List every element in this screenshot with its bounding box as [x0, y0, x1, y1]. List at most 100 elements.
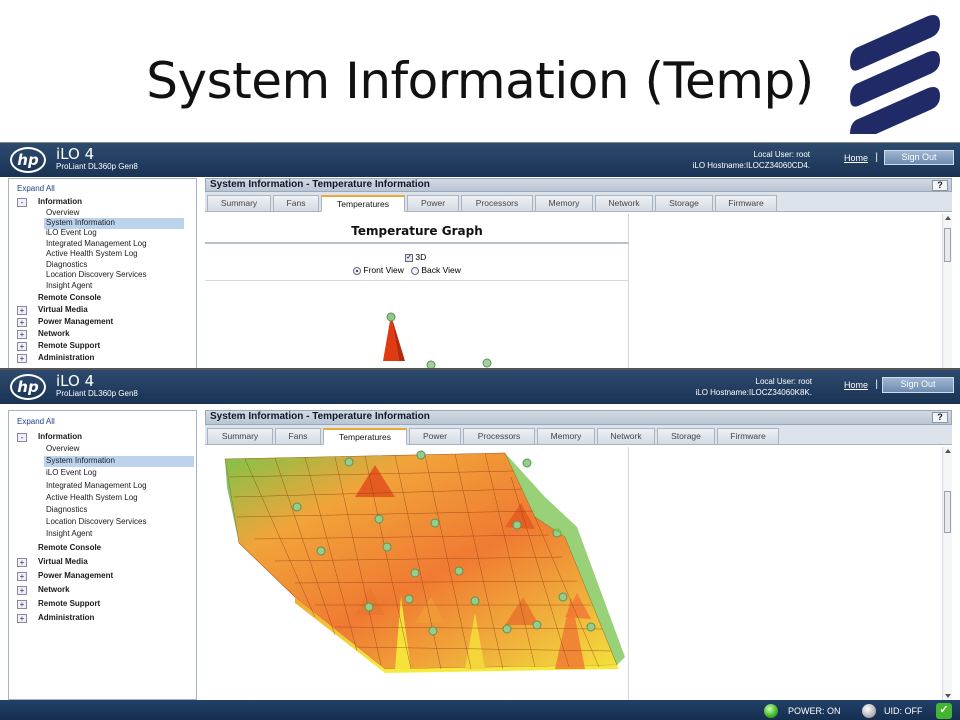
tab-temperatures[interactable]: Temperatures	[323, 428, 407, 445]
expand-toggle-virtual-media[interactable]: +	[17, 558, 27, 567]
tab-storage[interactable]: Storage	[657, 428, 715, 445]
help-button[interactable]: ?	[932, 412, 948, 423]
tab-memory[interactable]: Memory	[535, 195, 593, 212]
local-user: Local User: root	[753, 150, 810, 159]
tab-network[interactable]: Network	[597, 428, 655, 445]
panel-header: System Information - Temperature Informa…	[205, 410, 952, 425]
nav-section-power-management[interactable]: Power Management	[38, 571, 113, 582]
scroll-up-arrow-icon[interactable]	[945, 449, 951, 453]
tab-summary[interactable]: Summary	[207, 428, 273, 445]
radio-front-view[interactable]	[353, 266, 361, 275]
nav-item-system-information[interactable]: System Information	[44, 456, 194, 467]
tab-processors[interactable]: Processors	[463, 428, 535, 445]
tab-power[interactable]: Power	[407, 195, 459, 212]
nav-section-remote-support[interactable]: Remote Support	[38, 341, 100, 352]
nav-item-active-health-system-log[interactable]: Active Health System Log	[46, 249, 138, 260]
scroll-down-arrow-icon[interactable]	[945, 694, 951, 698]
nav-section-network[interactable]: Network	[38, 329, 70, 340]
nav-section-remote-console[interactable]: Remote Console	[38, 293, 101, 304]
nav-section-information[interactable]: Information	[38, 197, 82, 208]
nav-item-integrated-management-log[interactable]: Integrated Management Log	[46, 481, 147, 492]
home-link[interactable]: Home	[844, 153, 868, 163]
nav-item-location-discovery-services[interactable]: Location Discovery Services	[46, 517, 146, 528]
expand-toggle-remote-support[interactable]: +	[17, 342, 27, 351]
power-status: POWER: ON	[788, 706, 841, 716]
tab-temperatures[interactable]: Temperatures	[321, 195, 405, 212]
nav-item-insight-agent[interactable]: Insight Agent	[46, 281, 92, 292]
expand-toggle-virtual-media[interactable]: +	[17, 306, 27, 315]
user-info: Local User: root iLO Hostname:ILOCZ34060…	[695, 376, 812, 398]
nav-section-power-management[interactable]: Power Management	[38, 317, 113, 328]
temperature-3d-plot[interactable]	[205, 280, 629, 370]
scroll-up-arrow-icon[interactable]	[945, 216, 951, 220]
panel-header: System Information - Temperature Informa…	[205, 178, 952, 192]
separator: |	[875, 379, 878, 390]
temperature-surface-peek	[383, 312, 492, 370]
uid-status: UID: OFF	[884, 706, 923, 716]
nav-section-remote-support[interactable]: Remote Support	[38, 599, 100, 610]
vertical-scrollbar[interactable]	[942, 447, 952, 700]
nav-section-administration[interactable]: Administration	[38, 613, 94, 624]
home-link[interactable]: Home	[844, 380, 868, 390]
nav-item-ilo-event-log[interactable]: iLO Event Log	[46, 468, 97, 479]
expand-toggle-power-management[interactable]: +	[17, 572, 27, 581]
vertical-scrollbar[interactable]	[942, 214, 952, 370]
nav-item-ilo-event-log[interactable]: iLO Event Log	[46, 228, 97, 239]
ilo-banner: hp iLO 4 ProLiant DL360p Gen8 Local User…	[0, 143, 960, 177]
scroll-thumb[interactable]	[944, 491, 951, 533]
expand-toggle-administration[interactable]: +	[17, 354, 27, 363]
ilo-screenshot-bottom: hp iLO 4 ProLiant DL360p Gen8 Local User…	[0, 368, 960, 720]
nav-section-administration[interactable]: Administration	[38, 353, 94, 364]
tab-memory[interactable]: Memory	[537, 428, 595, 445]
left-navigation: Expand All - Information Overview System…	[8, 178, 197, 370]
temperature-graph-pane	[205, 447, 629, 700]
expand-toggle-administration[interactable]: +	[17, 614, 27, 623]
tab-storage[interactable]: Storage	[655, 195, 713, 212]
tab-firmware[interactable]: Firmware	[715, 195, 777, 212]
temperature-graph-pane: Temperature Graph ✓ 3D Front View Back V…	[205, 214, 629, 370]
tab-firmware[interactable]: Firmware	[717, 428, 779, 445]
content-panel: System Information - Temperature Informa…	[205, 178, 952, 370]
health-ok-icon[interactable]: ✓	[936, 703, 952, 719]
tab-fans[interactable]: Fans	[273, 195, 319, 212]
tab-power[interactable]: Power	[409, 428, 461, 445]
nav-section-network[interactable]: Network	[38, 585, 70, 596]
sign-out-button[interactable]: Sign Out	[882, 377, 954, 393]
uid-led-icon[interactable]	[862, 704, 876, 718]
hp-logo: hp	[10, 374, 46, 400]
nav-section-information[interactable]: Information	[38, 432, 82, 443]
checkbox-3d[interactable]: ✓	[405, 253, 413, 262]
nav-section-virtual-media[interactable]: Virtual Media	[38, 305, 88, 316]
radio-back-view[interactable]	[410, 266, 419, 275]
panel-title: System Information - Temperature Informa…	[210, 411, 430, 422]
nav-item-diagnostics[interactable]: Diagnostics	[46, 505, 87, 516]
hostname: iLO Hostname:ILOCZ34060K8K.	[695, 388, 812, 397]
nav-item-active-health-system-log[interactable]: Active Health System Log	[46, 493, 138, 504]
expand-all-link[interactable]: Expand All	[17, 417, 55, 428]
expand-toggle-remote-support[interactable]: +	[17, 600, 27, 609]
collapse-toggle-information[interactable]: -	[17, 433, 27, 442]
label-3d: 3D	[415, 252, 427, 262]
nav-section-remote-console[interactable]: Remote Console	[38, 543, 101, 554]
expand-toggle-network[interactable]: +	[17, 586, 27, 595]
tab-processors[interactable]: Processors	[461, 195, 533, 212]
status-bar: POWER: ON UID: OFF ✓	[0, 700, 960, 720]
nav-item-insight-agent[interactable]: Insight Agent	[46, 529, 92, 540]
help-button[interactable]: ?	[932, 180, 948, 191]
temperature-3d-surface[interactable]	[205, 447, 629, 700]
ilo-screenshot-top: hp iLO 4 ProLiant DL360p Gen8 Local User…	[0, 142, 960, 370]
sign-out-button[interactable]: Sign Out	[884, 150, 954, 165]
scroll-thumb[interactable]	[944, 228, 951, 262]
collapse-toggle-information[interactable]: -	[17, 198, 27, 207]
nav-section-virtual-media[interactable]: Virtual Media	[38, 557, 88, 568]
expand-toggle-network[interactable]: +	[17, 330, 27, 339]
tab-fans[interactable]: Fans	[275, 428, 321, 445]
expand-toggle-power-management[interactable]: +	[17, 318, 27, 327]
expand-all-link[interactable]: Expand All	[17, 184, 55, 195]
option-3d: ✓ 3D	[405, 252, 426, 262]
ericsson-logo	[850, 15, 940, 134]
tab-network[interactable]: Network	[595, 195, 653, 212]
tab-summary[interactable]: Summary	[207, 195, 271, 212]
nav-item-location-discovery-services[interactable]: Location Discovery Services	[46, 270, 146, 281]
nav-item-overview[interactable]: Overview	[46, 444, 79, 455]
